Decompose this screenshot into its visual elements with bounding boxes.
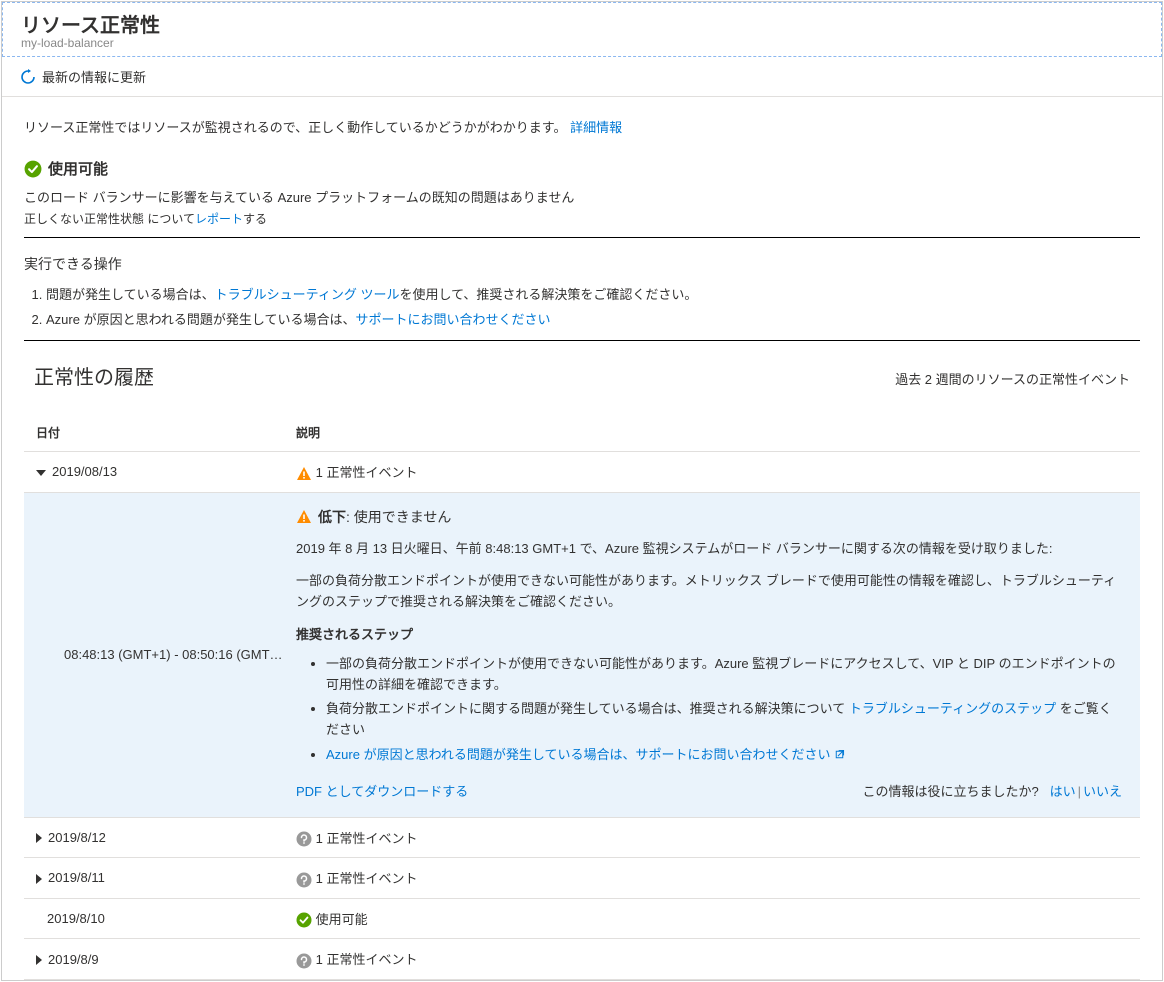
external-link-icon [833,747,846,768]
download-pdf-link[interactable]: PDF としてダウンロードする [296,782,468,803]
chevron-right-icon [36,874,42,884]
resource-name: my-load-balancer [21,36,1143,50]
actions-title: 実行できる操作 [24,254,1140,274]
detail-time: 08:48:13 (GMT+1) - 08:50:16 (GMT… [24,492,284,817]
feedback-no-link[interactable]: いいえ [1083,784,1122,799]
history-date: 2019/8/10 [47,911,105,926]
report-link[interactable]: レポート [195,212,243,226]
history-detail-row: 08:48:13 (GMT+1) - 08:50:16 (GMT… 低下: 使用… [24,492,1140,817]
col-desc: 説明 [284,414,1140,452]
history-desc: 1 正常性イベント [312,465,417,480]
col-date: 日付 [24,414,284,452]
history-row[interactable]: 2019/08/13 1 正常性イベント [24,452,1140,493]
unknown-icon [296,953,312,969]
action-item: 問題が発生している場合は、トラブルシューティング ツールを使用して、推奨される解… [46,284,1140,303]
steps-list: 一部の負荷分散エンドポイントが使用できない可能性があります。Azure 監視ブレ… [296,654,1122,768]
chevron-down-icon [36,470,46,476]
page-header: リソース正常性 my-load-balancer [2,2,1162,57]
history-desc: 1 正常性イベント [312,831,417,846]
steps-title: 推奨されるステップ [296,625,1122,646]
refresh-button[interactable]: 最新の情報に更新 [2,57,1162,97]
azure-support-link[interactable]: Azure が原因と思われる問題が発生している場合は、サポートにお問い合わせくだ… [326,747,831,762]
step-item: 負荷分散エンドポイントに関する問題が発生している場合は、推奨される解決策について… [326,699,1122,741]
action-item: Azure が原因と思われる問題が発生している場合は、サポートにお問い合わせくだ… [46,309,1140,328]
status-report-row: 正しくない正常性状態 についてレポートする [24,210,1140,227]
feedback-row: この情報は役に立ちましたか? はい|いいえ [863,782,1123,803]
unknown-icon [296,872,312,888]
chevron-right-icon [36,833,42,843]
warn-icon [296,466,312,482]
status-label: 使用可能 [48,158,108,179]
history-date: 2019/8/9 [48,952,99,967]
history-date: 2019/8/12 [48,830,106,845]
unknown-icon [296,831,312,847]
history-title: 正常性の履歴 [34,361,154,390]
feedback-yes-link[interactable]: はい [1050,784,1076,799]
detail-line2: 一部の負荷分散エンドポイントが使用できない可能性があります。メトリックス ブレー… [296,571,1122,613]
troubleshoot-tool-link[interactable]: トラブルシューティング ツール [215,287,400,302]
step-item: Azure が原因と思われる問題が発生している場合は、サポートにお問い合わせくだ… [326,745,1122,768]
history-row[interactable]: 2019/8/10 使用可能 [24,898,1140,939]
actions-list: 問題が発生している場合は、トラブルシューティング ツールを使用して、推奨される解… [24,284,1140,328]
history-desc: 1 正常性イベント [312,952,417,967]
detail-status-heading: 低下: 使用できません [296,507,1122,527]
history-date: 2019/08/13 [52,464,117,479]
refresh-icon [20,69,36,85]
page-title: リソース正常性 [21,9,1143,38]
step-item: 一部の負荷分散エンドポイントが使用できない可能性があります。Azure 監視ブレ… [326,654,1122,696]
troubleshoot-steps-link[interactable]: トラブルシューティングのステップ [849,701,1056,716]
history-subtitle: 過去 2 週間のリソースの正常性イベント [895,369,1130,388]
intro-more-link[interactable]: 詳細情報 [570,120,622,135]
intro-text: リソース正常性ではリソースが監視されるので、正しく動作しているかどうかがわかりま… [24,109,1140,144]
history-table: 日付 説明 2019/08/13 1 正常性イベント08:48:13 (GMT+… [24,414,1140,980]
status-desc: このロード バランサーに影響を与えている Azure プラットフォームの既知の問… [24,187,1140,206]
refresh-label: 最新の情報に更新 [42,67,146,86]
chevron-right-icon [36,955,42,965]
detail-line1: 2019 年 8 月 13 日火曜日、午前 8:48:13 GMT+1 で、Az… [296,539,1122,560]
ok-icon [296,912,312,928]
history-row[interactable]: 2019/8/9 1 正常性イベント [24,939,1140,980]
history-row[interactable]: 2019/8/11 1 正常性イベント [24,858,1140,899]
history-row[interactable]: 2019/8/12 1 正常性イベント [24,817,1140,858]
history-desc: 1 正常性イベント [312,871,417,886]
status-heading: 使用可能 [24,158,1140,179]
status-ok-icon [24,160,42,178]
warn-icon [296,509,312,525]
support-contact-link[interactable]: サポートにお問い合わせください [356,312,551,327]
history-date: 2019/8/11 [48,870,105,885]
